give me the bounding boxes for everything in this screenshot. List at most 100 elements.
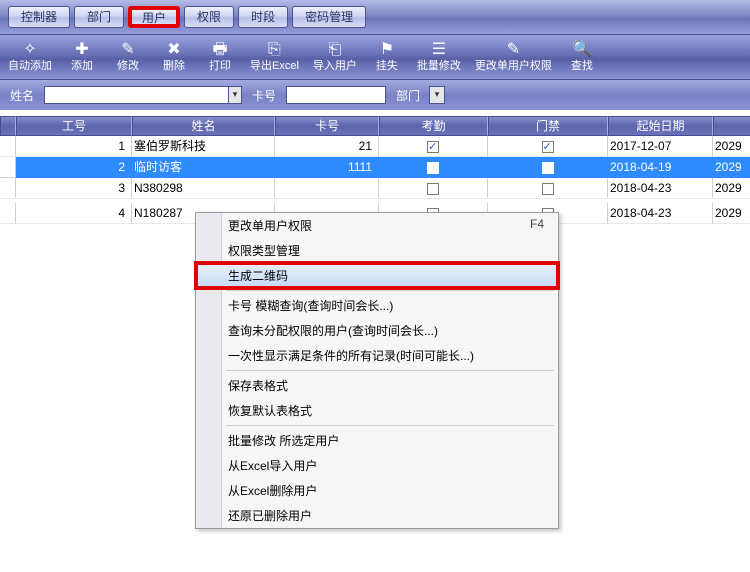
ctx-query-unassigned[interactable]: 查询未分配权限的用户(查询时间会长...) xyxy=(196,318,558,343)
hdr-start-date[interactable]: 起始日期 xyxy=(608,116,713,136)
ctx-delete-from-excel[interactable]: 从Excel删除用户 xyxy=(196,478,558,503)
cell-end: 2029 xyxy=(713,178,750,199)
ctx-save-table-format[interactable]: 保存表格式 xyxy=(196,373,558,398)
ctx-label: 生成二维码 xyxy=(228,267,288,284)
tool-delete[interactable]: ✖删除 xyxy=(158,37,190,77)
tab-bar: 控制器 部门 用户 权限 时段 密码管理 xyxy=(0,0,750,34)
tool-add[interactable]: ✚添加 xyxy=(66,37,98,77)
filter-bar: 姓名 ▾ 卡号 部门 ▾ xyxy=(0,80,750,110)
check-icon[interactable] xyxy=(542,141,554,153)
check-icon[interactable] xyxy=(427,141,439,153)
cell-id: 2 xyxy=(16,157,132,178)
ctx-label: 从Excel删除用户 xyxy=(228,482,317,499)
ctx-separator xyxy=(226,425,554,426)
ctx-generate-qrcode[interactable]: 生成二维码 xyxy=(194,261,560,290)
ctx-label: 更改单用户权限 xyxy=(228,217,312,234)
chevron-down-icon[interactable]: ▾ xyxy=(429,86,445,104)
check-icon[interactable] xyxy=(427,183,439,195)
tab-password[interactable]: 密码管理 xyxy=(292,6,366,28)
cell-attendance xyxy=(379,136,488,157)
ctx-change-user-perm[interactable]: 更改单用户权限 F4 xyxy=(196,213,558,238)
cell-end: 2029 xyxy=(713,136,750,157)
list-icon: ☰ xyxy=(432,41,446,59)
ctx-perm-type-mgmt[interactable]: 权限类型管理 xyxy=(196,238,558,263)
hdr-attendance[interactable]: 考勤 xyxy=(379,116,488,136)
tool-export-excel[interactable]: ⎘导出Excel xyxy=(250,37,299,77)
tool-print[interactable]: 🖶打印 xyxy=(204,37,236,77)
cell-id: 1 xyxy=(16,136,132,157)
hdr-name[interactable]: 姓名 xyxy=(132,116,275,136)
ctx-restore-deleted-users[interactable]: 还原已删除用户 xyxy=(196,503,558,528)
filter-card-label: 卡号 xyxy=(252,87,276,104)
ctx-card-fuzzy-search[interactable]: 卡号 模糊查询(查询时间会长...) xyxy=(196,293,558,318)
hdr-access[interactable]: 门禁 xyxy=(488,116,608,136)
tool-label: 删除 xyxy=(163,59,185,73)
tool-edit[interactable]: ✎修改 xyxy=(112,37,144,77)
table-row[interactable]: 1 塞伯罗斯科技 21 2017-12-07 2029 xyxy=(0,136,750,157)
ctx-label: 保存表格式 xyxy=(228,377,288,394)
cell-card: 1111 xyxy=(275,157,379,178)
ctx-label: 批量修改 所选定用户 xyxy=(228,432,339,449)
ctx-shortcut: F4 xyxy=(530,217,544,234)
check-icon[interactable] xyxy=(427,162,439,174)
cell-attendance xyxy=(379,178,488,199)
sparkle-icon: ✧ xyxy=(23,41,36,59)
tool-label: 导出Excel xyxy=(250,59,299,73)
cell-access xyxy=(488,157,608,178)
hdr-card[interactable]: 卡号 xyxy=(275,116,379,136)
tool-import-user[interactable]: ⎗导入用户 xyxy=(313,37,357,77)
cell-start: 2018-04-19 xyxy=(608,157,713,178)
cell-card xyxy=(275,178,379,199)
cell-name: N380298 xyxy=(132,178,275,199)
tool-label: 自动添加 xyxy=(8,59,52,73)
cell-access xyxy=(488,136,608,157)
ctx-label: 卡号 模糊查询(查询时间会长...) xyxy=(228,297,393,314)
ctx-import-from-excel[interactable]: 从Excel导入用户 xyxy=(196,453,558,478)
tool-auto-add[interactable]: ✧自动添加 xyxy=(8,37,52,77)
filter-name-label: 姓名 xyxy=(10,87,34,104)
name-input[interactable] xyxy=(44,86,229,104)
context-menu: 更改单用户权限 F4 权限类型管理 生成二维码 卡号 模糊查询(查询时间会长...… xyxy=(195,212,559,529)
tab-department[interactable]: 部门 xyxy=(74,6,124,28)
tab-permission[interactable]: 权限 xyxy=(184,6,234,28)
ctx-label: 查询未分配权限的用户(查询时间会长...) xyxy=(228,322,438,339)
search-icon: 🔍 xyxy=(572,41,592,59)
hdr-end[interactable] xyxy=(713,116,750,136)
ctx-show-all-records[interactable]: 一次性显示满足条件的所有记录(时间可能长...) xyxy=(196,343,558,368)
tool-batch-edit[interactable]: ☰批量修改 xyxy=(417,37,461,77)
ctx-label: 恢复默认表格式 xyxy=(228,402,312,419)
table-row[interactable]: 3 N380298 2018-04-23 2029 xyxy=(0,178,750,199)
tool-label: 添加 xyxy=(71,59,93,73)
chevron-down-icon[interactable]: ▾ xyxy=(228,86,242,104)
ctx-restore-table-format[interactable]: 恢复默认表格式 xyxy=(196,398,558,423)
row-margin xyxy=(0,178,16,199)
x-icon: ✖ xyxy=(167,41,180,59)
filter-dept-label: 部门 xyxy=(396,87,420,104)
cell-name: 临时访客 xyxy=(132,157,275,178)
tool-label: 更改单用户权限 xyxy=(475,59,552,73)
cell-card: 21 xyxy=(275,136,379,157)
export-icon: ⎘ xyxy=(268,41,281,59)
printer-icon: 🖶 xyxy=(212,41,227,59)
tool-label: 修改 xyxy=(117,59,139,73)
tab-controller[interactable]: 控制器 xyxy=(8,6,70,28)
tool-lost[interactable]: ⚑挂失 xyxy=(371,37,403,77)
tab-timeslot[interactable]: 时段 xyxy=(238,6,288,28)
ctx-label: 还原已删除用户 xyxy=(228,507,312,524)
table-row[interactable]: 2 临时访客 1111 2018-04-19 2029 xyxy=(0,157,750,178)
tool-search[interactable]: 🔍查找 xyxy=(566,37,598,77)
table: 工号 姓名 卡号 考勤 门禁 起始日期 1 塞伯罗斯科技 21 2017-12-… xyxy=(0,116,750,224)
ctx-batch-edit-selected[interactable]: 批量修改 所选定用户 xyxy=(196,428,558,453)
tool-label: 导入用户 xyxy=(313,59,357,73)
pencil-icon: ✎ xyxy=(507,41,520,59)
flag-icon: ⚑ xyxy=(380,41,394,59)
hdr-id[interactable]: 工号 xyxy=(16,116,132,136)
card-input[interactable] xyxy=(286,86,386,104)
ctx-label: 权限类型管理 xyxy=(228,242,300,259)
check-icon[interactable] xyxy=(542,162,554,174)
tab-user[interactable]: 用户 xyxy=(128,6,180,28)
cell-attendance xyxy=(379,157,488,178)
ctx-separator xyxy=(226,370,554,371)
check-icon[interactable] xyxy=(542,183,554,195)
tool-change-perm[interactable]: ✎更改单用户权限 xyxy=(475,37,552,77)
